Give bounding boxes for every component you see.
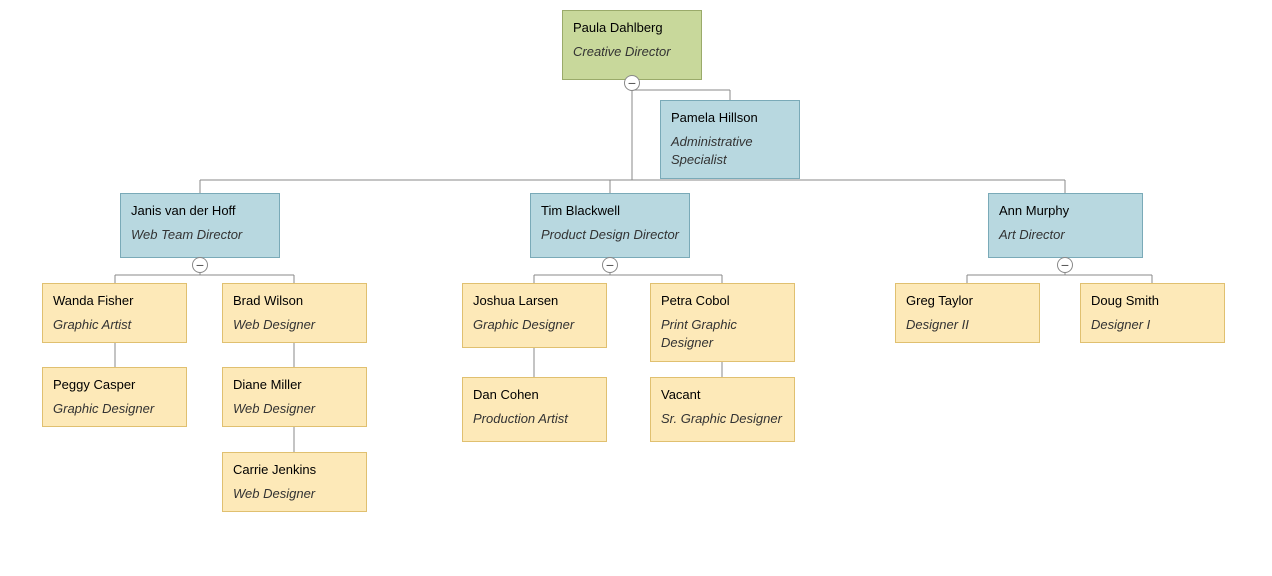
node-carrie[interactable]: Carrie Jenkins Web Designer xyxy=(222,452,367,512)
node-pamela-title: Administrative Specialist xyxy=(671,133,789,169)
node-dan-name: Dan Cohen xyxy=(473,386,596,404)
node-joshua-title: Graphic Designer xyxy=(473,316,596,334)
node-pamela-name: Pamela Hillson xyxy=(671,109,789,127)
node-wanda-name: Wanda Fisher xyxy=(53,292,176,310)
node-wanda[interactable]: Wanda Fisher Graphic Artist xyxy=(42,283,187,343)
node-pamela[interactable]: Pamela Hillson Administrative Specialist xyxy=(660,100,800,179)
node-brad-name: Brad Wilson xyxy=(233,292,356,310)
node-janis[interactable]: Janis van der Hoff Web Team Director xyxy=(120,193,280,258)
collapse-tim[interactable]: − xyxy=(602,257,618,273)
node-carrie-title: Web Designer xyxy=(233,485,356,503)
node-paula[interactable]: Paula Dahlberg Creative Director xyxy=(562,10,702,80)
node-diane-title: Web Designer xyxy=(233,400,356,418)
node-peggy-title: Graphic Designer xyxy=(53,400,176,418)
node-ann-name: Ann Murphy xyxy=(999,202,1132,220)
node-vacant-name: Vacant xyxy=(661,386,784,404)
minus-icon-tim: − xyxy=(606,258,614,272)
node-joshua-name: Joshua Larsen xyxy=(473,292,596,310)
node-diane[interactable]: Diane Miller Web Designer xyxy=(222,367,367,427)
node-doug-title: Designer I xyxy=(1091,316,1214,334)
node-joshua[interactable]: Joshua Larsen Graphic Designer xyxy=(462,283,607,348)
node-tim-title: Product Design Director xyxy=(541,226,679,244)
node-greg-title: Designer II xyxy=(906,316,1029,334)
node-paula-name: Paula Dahlberg xyxy=(573,19,691,37)
node-janis-title: Web Team Director xyxy=(131,226,269,244)
node-paula-title: Creative Director xyxy=(573,43,691,61)
node-brad[interactable]: Brad Wilson Web Designer xyxy=(222,283,367,343)
node-carrie-name: Carrie Jenkins xyxy=(233,461,356,479)
node-brad-title: Web Designer xyxy=(233,316,356,334)
node-petra[interactable]: Petra Cobol Print Graphic Designer xyxy=(650,283,795,362)
node-vacant-title: Sr. Graphic Designer xyxy=(661,410,784,428)
node-dan[interactable]: Dan Cohen Production Artist xyxy=(462,377,607,442)
node-janis-name: Janis van der Hoff xyxy=(131,202,269,220)
node-doug-name: Doug Smith xyxy=(1091,292,1214,310)
node-diane-name: Diane Miller xyxy=(233,376,356,394)
node-doug[interactable]: Doug Smith Designer I xyxy=(1080,283,1225,343)
node-greg[interactable]: Greg Taylor Designer II xyxy=(895,283,1040,343)
collapse-janis[interactable]: − xyxy=(192,257,208,273)
node-tim[interactable]: Tim Blackwell Product Design Director xyxy=(530,193,690,258)
collapse-paula[interactable]: − xyxy=(624,75,640,91)
node-greg-name: Greg Taylor xyxy=(906,292,1029,310)
minus-icon: − xyxy=(628,76,636,90)
node-petra-title: Print Graphic Designer xyxy=(661,316,784,352)
org-chart: Paula Dahlberg Creative Director − Pamel… xyxy=(0,0,1272,60)
node-ann-title: Art Director xyxy=(999,226,1132,244)
node-vacant[interactable]: Vacant Sr. Graphic Designer xyxy=(650,377,795,442)
node-dan-title: Production Artist xyxy=(473,410,596,428)
node-peggy[interactable]: Peggy Casper Graphic Designer xyxy=(42,367,187,427)
node-petra-name: Petra Cobol xyxy=(661,292,784,310)
node-peggy-name: Peggy Casper xyxy=(53,376,176,394)
node-wanda-title: Graphic Artist xyxy=(53,316,176,334)
minus-icon-janis: − xyxy=(196,258,204,272)
node-ann[interactable]: Ann Murphy Art Director xyxy=(988,193,1143,258)
collapse-ann[interactable]: − xyxy=(1057,257,1073,273)
minus-icon-ann: − xyxy=(1061,258,1069,272)
node-tim-name: Tim Blackwell xyxy=(541,202,679,220)
